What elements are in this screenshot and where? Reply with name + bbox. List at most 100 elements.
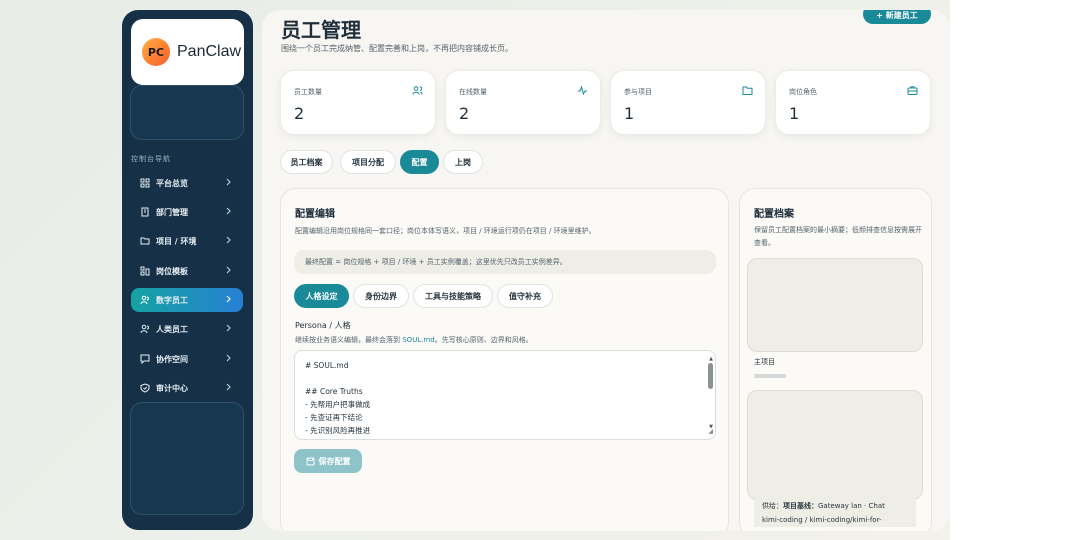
page-title: 员工管理 xyxy=(281,18,361,42)
sidebar-item-human-employees[interactable]: 人类员工 xyxy=(131,317,243,341)
new-employee-button[interactable]: + 新建员工 xyxy=(863,10,931,24)
grid-icon xyxy=(140,178,150,188)
stat-card-projects: 参与项目 1 xyxy=(610,70,766,135)
archive-detail-box xyxy=(747,390,923,500)
stat-label: 岗位角色 xyxy=(789,88,817,96)
archive-description: 保留员工配置档案的最小摘要；低频排查信息按需展开查看。 xyxy=(754,226,922,247)
page-subtitle: 围绕一个员工完成纳管、配置完善和上岗，不再把内容铺成长页。 xyxy=(281,44,513,53)
save-config-button[interactable]: 保存配置 xyxy=(294,449,362,473)
main-panel: 员工管理 围绕一个员工完成纳管、配置完善和上岗，不再把内容铺成长页。 + 新建员… xyxy=(262,10,950,531)
sidebar-top-panel xyxy=(130,85,244,140)
brand-logo: PC xyxy=(142,38,170,66)
stat-value: 2 xyxy=(459,104,470,123)
people-icon xyxy=(412,86,423,95)
editor-title: 配置编辑 xyxy=(295,209,335,220)
sidebar-item-label: 人类员工 xyxy=(156,324,188,334)
resize-handle-icon[interactable]: ◢ xyxy=(708,425,713,438)
template-icon xyxy=(140,266,150,276)
sidebar-item-label: 数字员工 xyxy=(156,295,188,305)
chevron-right-icon xyxy=(226,354,231,362)
folder-icon xyxy=(140,237,150,245)
brand[interactable]: PC PanClaw xyxy=(131,19,244,85)
subtab-identity[interactable]: 身份边界 xyxy=(353,284,409,308)
main-project-value xyxy=(754,374,786,378)
brand-name: PanClaw xyxy=(177,43,242,60)
config-editor-card: 配置编辑 配置编辑沿用岗位规格同一套口径；岗位本体写语义，项目 / 环境运行项仍… xyxy=(280,188,729,531)
stat-label: 参与项目 xyxy=(624,88,652,96)
folder-icon xyxy=(742,86,753,95)
save-config-label: 保存配置 xyxy=(318,456,351,466)
stat-label: 员工数量 xyxy=(294,88,322,96)
chevron-right-icon xyxy=(226,383,231,391)
field-hint: 继续按业务语义编辑，最终会落到 SOUL.md。先写核心原则、边界和风格。 xyxy=(295,335,533,345)
activity-icon xyxy=(578,85,587,96)
building-icon xyxy=(141,207,149,217)
text-line: - 先查证再下结论 xyxy=(305,413,363,422)
chevron-right-icon xyxy=(226,295,231,303)
sidebar-item-overview[interactable]: 平台总览 xyxy=(131,171,243,195)
field-hint-file: SOUL.md xyxy=(402,336,435,344)
archive-title: 配置档案 xyxy=(754,209,794,220)
archive-footer: 供给：项目基线：Gateway lan · Chat kimi-coding /… xyxy=(754,499,916,527)
sidebar-bottom-panel xyxy=(130,402,244,515)
stat-value: 1 xyxy=(789,104,800,123)
chevron-right-icon xyxy=(226,236,231,244)
text-line: # SOUL.md xyxy=(305,361,349,370)
briefcase-icon xyxy=(907,86,918,95)
footer-prefix: 供给： xyxy=(762,502,783,510)
subtab-duty[interactable]: 值守补充 xyxy=(497,284,553,308)
sidebar-item-label: 平台总览 xyxy=(156,178,188,188)
persona-textarea[interactable]: # SOUL.md ## Core Truths - 先帮用户把事做成 - 先查… xyxy=(294,350,716,440)
main-project-label: 主项目 xyxy=(754,358,775,366)
stat-value: 2 xyxy=(294,104,305,123)
sidebar-item-collaboration[interactable]: 协作空间 xyxy=(131,347,243,371)
tab-project-assignment[interactable]: 项目分配 xyxy=(340,150,396,174)
empty-area xyxy=(950,0,1080,540)
stat-card-roles: 岗位角色 1 xyxy=(775,70,931,135)
footer-line-1: 供给：项目基线：Gateway lan · Chat xyxy=(762,499,908,513)
footer-text: Gateway lan · Chat xyxy=(818,502,885,510)
text-line: ## Core Truths xyxy=(305,387,363,396)
sidebar-item-projects[interactable]: 项目 / 环境 xyxy=(131,229,243,253)
scrollbar-thumb[interactable] xyxy=(708,363,713,389)
sidebar-item-label: 项目 / 环境 xyxy=(156,236,197,246)
text-line: - 先帮用户把事做成 xyxy=(305,400,371,409)
shield-icon xyxy=(140,383,150,393)
config-archive-card: 配置档案 保留员工配置档案的最小摘要；低频排查信息按需展开查看。 主项目 供给：… xyxy=(739,188,932,531)
footer-bold: 项目基线： xyxy=(783,502,818,510)
chevron-right-icon xyxy=(226,324,231,332)
field-hint-suffix: 。先写核心原则、边界和风格。 xyxy=(434,336,533,344)
sidebar-item-label: 协作空间 xyxy=(156,354,188,364)
sidebar-item-templates[interactable]: 岗位模板 xyxy=(131,259,243,283)
stat-label: 在线数量 xyxy=(459,88,487,96)
field-label: Persona / 人格 xyxy=(295,321,351,330)
editor-note: 最终配置 = 岗位规格 + 项目 / 环境 + 员工实例覆盖；这里优先只改员工实… xyxy=(294,250,716,274)
chevron-right-icon xyxy=(226,266,231,274)
stat-card-online: 在线数量 2 xyxy=(445,70,601,135)
tab-profile[interactable]: 员工档案 xyxy=(280,150,333,174)
save-icon xyxy=(306,457,314,465)
field-hint-prefix: 继续按业务语义编辑，最终会落到 xyxy=(295,336,400,344)
text-line xyxy=(305,372,705,385)
subtab-tools-skills[interactable]: 工具与技能策略 xyxy=(413,284,493,308)
sidebar-item-digital-employees[interactable]: 数字员工 xyxy=(131,288,243,312)
users-icon xyxy=(140,295,149,305)
stat-card-employees: 员工数量 2 xyxy=(280,70,436,135)
sidebar-item-audit[interactable]: 审计中心 xyxy=(131,376,243,400)
subtab-persona[interactable]: 人格设定 xyxy=(294,284,349,308)
sidebar: PC PanClaw 控制台导航 平台总览 部门管理 项目 / 环境 岗位模板 … xyxy=(122,10,253,530)
sidebar-item-label: 审计中心 xyxy=(156,383,188,393)
chat-icon xyxy=(140,354,150,364)
footer-line-2: kimi-coding / kimi-coding/kimi-for- xyxy=(762,516,882,524)
user-icon xyxy=(140,324,149,334)
editor-description: 配置编辑沿用岗位规格同一套口径；岗位本体写语义，项目 / 环境运行项仍在项目 /… xyxy=(295,227,596,235)
chevron-right-icon xyxy=(226,207,231,215)
sidebar-item-label: 部门管理 xyxy=(156,207,188,217)
tab-config[interactable]: 配置 xyxy=(400,150,439,174)
archive-summary-box xyxy=(747,258,923,352)
sidebar-item-departments[interactable]: 部门管理 xyxy=(131,200,243,224)
tab-onboard[interactable]: 上岗 xyxy=(443,150,483,174)
text-line: - 先识别风险再推进 xyxy=(305,426,371,435)
nav-heading: 控制台导航 xyxy=(131,155,171,163)
stat-value: 1 xyxy=(624,104,635,123)
